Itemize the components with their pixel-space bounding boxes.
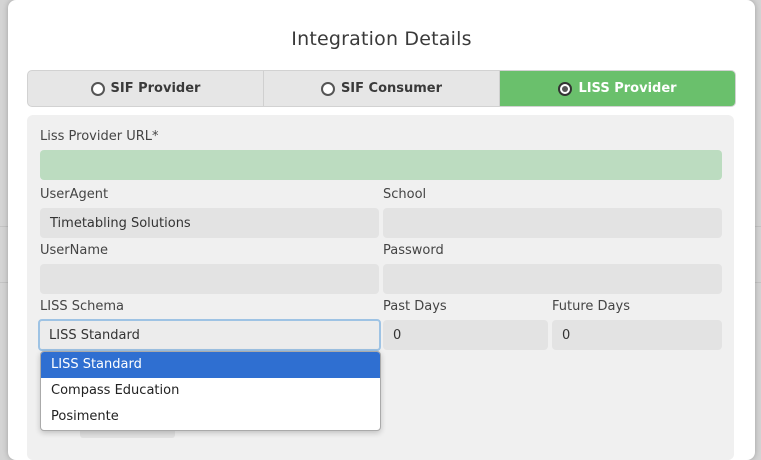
future-days-label: Future Days (552, 299, 630, 314)
integration-type-selector: SIF Provider SIF Consumer LISS Provider (27, 70, 736, 107)
liss-url-label: Liss Provider URL* (40, 129, 159, 144)
username-label: UserName (40, 243, 108, 258)
past-days-input[interactable]: 0 (383, 320, 548, 350)
background-divider (0, 282, 8, 283)
radio-checked-icon (558, 81, 573, 96)
future-days-input[interactable]: 0 (552, 320, 722, 350)
liss-url-input[interactable] (40, 150, 722, 180)
school-label: School (383, 187, 427, 202)
radio-unchecked-icon (320, 81, 335, 96)
tab-liss-provider[interactable]: LISS Provider (500, 71, 735, 106)
liss-schema-label: LISS Schema (40, 299, 124, 314)
dialog-title: Integration Details (291, 28, 472, 50)
password-input[interactable] (383, 264, 722, 294)
school-input[interactable] (383, 208, 722, 238)
tab-sif-provider[interactable]: SIF Provider (28, 71, 264, 106)
schema-option-posimente[interactable]: Posimente (41, 404, 380, 430)
tab-label: LISS Provider (578, 81, 677, 96)
tab-sif-consumer[interactable]: SIF Consumer (264, 71, 500, 106)
tab-label: SIF Consumer (340, 81, 443, 96)
user-agent-label: UserAgent (40, 187, 109, 202)
background-divider (755, 226, 761, 227)
background-divider (755, 282, 761, 283)
past-days-label: Past Days (383, 299, 447, 314)
schema-option-liss-standard[interactable]: LISS Standard (41, 352, 380, 378)
user-agent-input[interactable]: Timetabling Solutions (40, 208, 379, 238)
schema-option-compass-education[interactable]: Compass Education (41, 378, 380, 404)
password-label: Password (383, 243, 444, 258)
radio-unchecked-icon (90, 81, 105, 96)
liss-schema-dropdown: LISS Standard Compass Education Posiment… (40, 351, 381, 431)
liss-schema-select[interactable]: LISS Standard (38, 319, 381, 351)
background-divider (0, 226, 8, 227)
tab-label: SIF Provider (110, 81, 201, 96)
username-input[interactable] (40, 264, 379, 294)
